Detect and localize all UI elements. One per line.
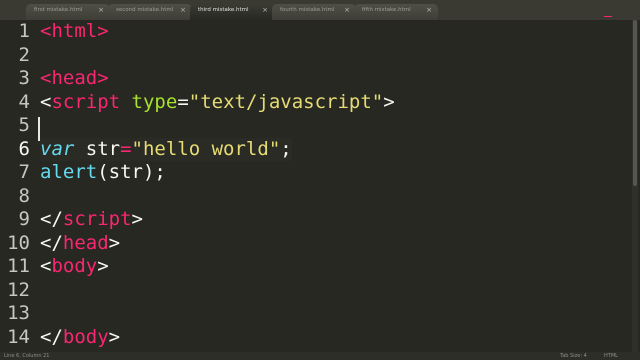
line-code: <script type="text/javascript"> [40,91,395,115]
code-line[interactable]: 12 [0,279,600,303]
line-number: 6 [18,137,30,160]
line-number: 1 [18,20,30,42]
code-token: str [74,137,121,160]
tab-label: third mistake.html [198,7,249,13]
tab-first-mistake[interactable]: first mistake.html × [26,4,110,20]
status-tab-size[interactable]: Tab Size: 4 [560,353,587,359]
line-number: 4 [18,90,30,113]
line-code: alert(str); [40,161,166,185]
line-code: var str="hello world"; [40,137,292,161]
tab-bar: first mistake.html × second mistake.html… [0,0,640,20]
status-syntax[interactable]: HTML [604,353,618,359]
code-line[interactable]: 14 </body> [0,326,600,350]
code-line[interactable]: 4 <script type="text/javascript"> [0,91,600,115]
minimap-line [604,16,612,17]
code-token: > [108,231,121,254]
tab-fourth-mistake[interactable]: fourth mistake.html × [272,4,356,20]
code-line[interactable]: 1 <html> [0,20,600,44]
line-number: 5 [18,114,30,136]
tab-label: fourth mistake.html [280,7,335,13]
close-icon[interactable]: × [98,6,104,14]
line-code: </body> [40,326,120,350]
line-number: 8 [18,184,30,207]
line-code: <html> [40,20,109,44]
code-token: < [40,255,52,277]
line-number: 12 [7,278,30,301]
code-token: alert [40,161,98,183]
code-token: body [62,325,109,348]
vertical-scrollbar[interactable] [632,20,638,352]
code-token: script [51,90,121,113]
line-code: </head> [40,232,120,256]
code-token: < [40,90,52,113]
scrollbar-thumb[interactable] [633,20,637,186]
close-icon[interactable]: × [262,6,268,14]
line-code: <body> [40,255,109,279]
line-number: 2 [18,43,30,66]
close-icon[interactable]: × [344,6,350,14]
tab-label: fifth mistake.html [362,7,411,13]
line-number: 9 [18,208,30,230]
line-code: <head> [40,67,109,91]
code-token: > [131,208,143,230]
status-position: Line 6, Column 21 [4,353,50,359]
code-token: = [177,90,189,113]
code-line[interactable]: 10 </head> [0,232,600,256]
code-token: </ [40,231,63,254]
code-token: <head> [40,67,109,89]
line-number: 10 [7,231,30,254]
tab-label: first mistake.html [34,7,83,13]
tab-second-mistake[interactable]: second mistake.html × [108,4,192,20]
code-token: "text/javascript" [188,90,384,113]
code-token: body [51,255,98,277]
code-token: "hello world" [131,137,281,160]
tab-fifth-mistake[interactable]: fifth mistake.html × [354,4,438,20]
tab-label: second mistake.html [116,7,174,13]
code-line[interactable]: 13 [0,302,600,326]
code-token: > [108,325,121,348]
code-token: type [131,90,178,113]
line-number: 11 [7,255,30,277]
code-line[interactable]: 9 </script> [0,208,600,232]
code-token: > [97,255,109,277]
code-token: > [383,90,395,113]
code-token: </ [40,208,63,230]
code-editor[interactable]: 1 <html> 2 3 <head> 4 <script type="text/javas… [0,20,630,352]
code-token: var [40,137,75,160]
code-line[interactable]: 3 <head> [0,67,600,91]
code-token: ; [280,137,292,160]
code-token: = [120,137,132,160]
code-line[interactable]: 2 [0,44,600,68]
line-code: </script> [40,208,143,232]
code-token: </ [40,325,63,348]
status-bar: Line 6, Column 21 Tab Size: 4 HTML [0,352,640,360]
code-token: script [62,208,132,230]
code-token: <html> [40,20,109,42]
code-token: (str); [97,161,166,183]
code-line[interactable]: 8 [0,185,600,209]
line-number: 13 [7,302,30,324]
code-token: head [62,231,109,254]
line-number: 7 [18,161,30,183]
close-icon[interactable]: × [180,6,186,14]
close-icon[interactable]: × [426,6,432,14]
line-number: 14 [7,325,30,348]
text-cursor [38,117,40,141]
code-line[interactable]: 5 [0,114,600,138]
tab-third-mistake[interactable]: third mistake.html × [190,4,274,20]
code-line[interactable]: 7 alert(str); [0,161,600,185]
line-number: 3 [18,67,30,89]
code-line[interactable]: 6 var str="hello world"; [0,137,600,161]
code-line[interactable]: 11 <body> [0,255,600,279]
